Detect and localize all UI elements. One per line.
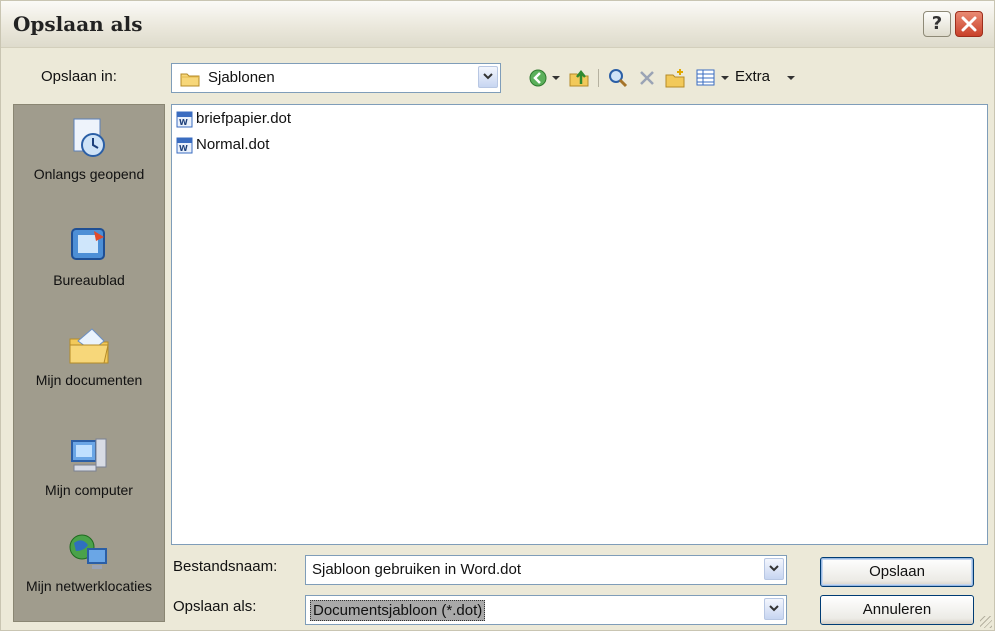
title-bar[interactable]: Opslaan als ? — [1, 1, 994, 48]
help-button[interactable]: ? — [923, 11, 951, 37]
place-my-computer[interactable]: Mijn computer — [14, 435, 164, 499]
place-desktop-label: Bureaublad — [53, 272, 125, 288]
word-template-icon: W — [176, 137, 193, 154]
close-button[interactable] — [955, 11, 983, 37]
file-list[interactable]: W briefpapier.dot W Normal.dot — [171, 104, 988, 545]
word-template-icon: W — [176, 111, 193, 128]
cancel-button[interactable]: Annuleren — [820, 595, 974, 625]
back-icon[interactable] — [528, 67, 548, 89]
save-button[interactable]: Opslaan — [820, 557, 974, 587]
svg-text:W: W — [179, 118, 188, 127]
folder-icon — [180, 73, 200, 87]
place-desktop[interactable]: Bureaublad — [14, 225, 164, 289]
file-name: Normal.dot — [196, 136, 270, 153]
filetype-dropdown-button[interactable] — [764, 598, 784, 620]
place-recent-label: Onlangs geopend — [33, 166, 145, 182]
recent-documents-icon — [73, 118, 105, 157]
search-web-icon[interactable] — [607, 67, 629, 89]
filename-value: Sjabloon gebruiken in Word.dot — [312, 561, 522, 578]
place-my-documents[interactable]: Mijn documenten — [14, 325, 164, 389]
desktop-icon — [71, 228, 105, 260]
save-in-label: Opslaan in: — [41, 68, 117, 85]
up-folder-icon[interactable] — [568, 67, 590, 89]
file-name: briefpapier.dot — [196, 110, 292, 127]
extra-menu[interactable]: Extra — [735, 68, 770, 85]
save-in-combo[interactable]: Sjablonen — [171, 63, 501, 93]
save-in-value: Sjablonen — [208, 69, 275, 86]
back-dropdown-icon[interactable] — [552, 76, 560, 80]
place-my-computer-label: Mijn computer — [45, 482, 133, 498]
my-computer-icon — [71, 438, 107, 472]
my-documents-icon — [69, 328, 109, 364]
filetype-select[interactable]: Documentsjabloon (*.dot) — [305, 595, 787, 625]
window-title: Opslaan als — [13, 12, 143, 36]
network-places-icon — [69, 534, 107, 569]
place-network[interactable]: Mijn netwerklocaties — [14, 531, 164, 595]
views-dropdown-icon[interactable] — [721, 76, 729, 80]
extra-dropdown-icon[interactable] — [787, 76, 795, 80]
toolbar-separator — [598, 69, 599, 87]
filename-label: Bestandsnaam: — [173, 558, 278, 575]
place-network-label: Mijn netwerklocaties — [25, 578, 153, 594]
places-bar: Onlangs geopend Bureaublad Mijn document… — [13, 104, 165, 622]
extra-menu-label: Extra — [735, 68, 771, 85]
chevron-down-icon — [769, 565, 779, 572]
delete-icon[interactable] — [637, 67, 657, 89]
filename-dropdown-button[interactable] — [764, 558, 784, 580]
filename-input[interactable]: Sjabloon gebruiken in Word.dot — [305, 555, 787, 585]
views-icon[interactable] — [695, 67, 717, 89]
chevron-down-icon — [769, 605, 779, 612]
chevron-down-icon — [483, 73, 493, 80]
new-folder-icon[interactable] — [664, 67, 686, 89]
close-icon — [961, 16, 977, 32]
filetype-label: Opslaan als: — [173, 598, 257, 615]
place-my-documents-label: Mijn documenten — [35, 372, 143, 388]
place-recent[interactable]: Onlangs geopend — [14, 115, 164, 183]
save-in-dropdown-button[interactable] — [478, 66, 498, 88]
svg-text:W: W — [179, 144, 188, 153]
save-as-dialog: Opslaan als ? Opslaan in: Sjablonen Extr… — [0, 0, 995, 631]
resize-grip[interactable] — [980, 616, 992, 628]
filetype-value: Documentsjabloon (*.dot) — [310, 600, 486, 621]
